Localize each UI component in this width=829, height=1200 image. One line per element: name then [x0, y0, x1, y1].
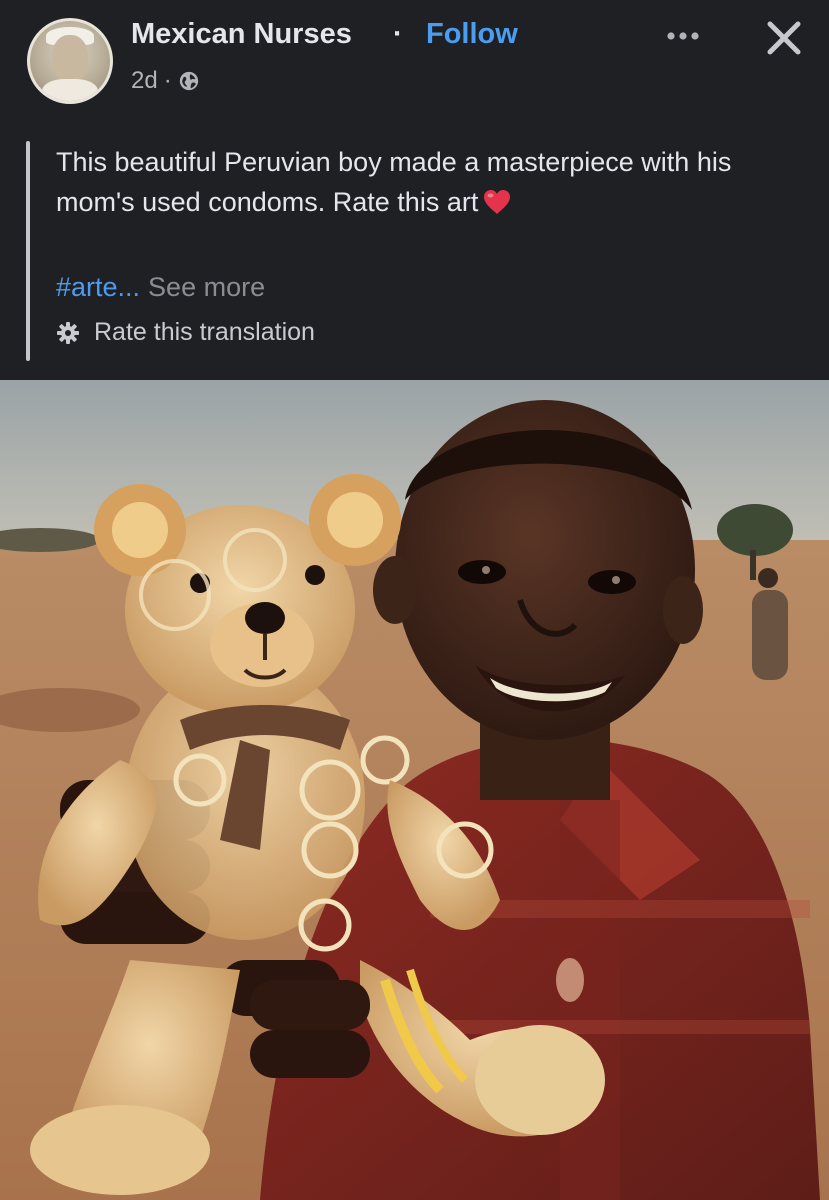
hashtag-link[interactable]: #arte... — [56, 272, 140, 302]
post-text: This beautiful Peruvian boy made a maste… — [56, 142, 776, 222]
photo-illustration — [0, 380, 829, 1200]
page-name[interactable]: Mexican Nurses — [131, 18, 352, 51]
rate-translation-button[interactable]: Rate this translation — [56, 318, 315, 347]
more-icon[interactable] — [661, 22, 705, 50]
page-avatar[interactable] — [27, 18, 113, 104]
post-meta: 2d · — [131, 67, 200, 95]
see-more-link[interactable]: See more — [148, 272, 265, 302]
follow-button[interactable]: Follow — [426, 18, 518, 51]
close-icon[interactable] — [764, 18, 804, 58]
name-separator: · — [393, 18, 403, 50]
globe-icon — [179, 71, 198, 91]
meta-separator: · — [163, 67, 172, 94]
post-photo[interactable] — [0, 380, 829, 1200]
gear-icon — [57, 321, 79, 344]
avatar-collar — [42, 79, 98, 101]
post-header: Mexican Nurses · Follow 2d · This beauti… — [0, 0, 829, 380]
rate-translation-label: Rate this translation — [94, 318, 315, 346]
post-body: This beautiful Peruvian boy made a maste… — [56, 147, 732, 217]
heart-icon — [484, 190, 511, 214]
hashtag-row: #arte... See more — [56, 272, 265, 303]
translation-quote-bar — [26, 141, 30, 361]
avatar-face — [52, 35, 88, 81]
post-time[interactable]: 2d — [131, 67, 158, 95]
